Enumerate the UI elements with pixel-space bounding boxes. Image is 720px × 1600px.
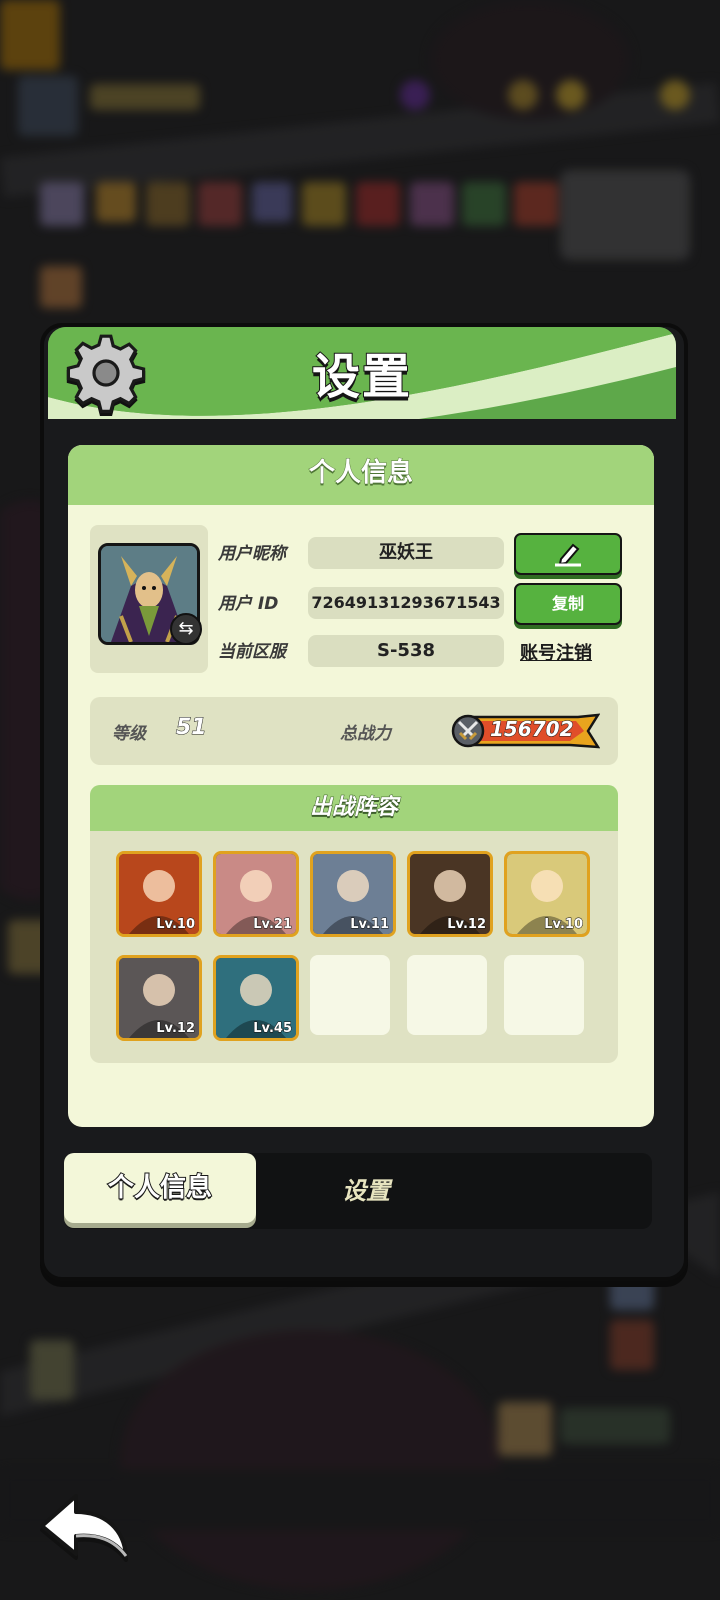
hero-slot[interactable]: Lv.10 [504, 851, 590, 937]
server-value: S-538 [308, 635, 504, 667]
deactivate-account-link[interactable]: 账号注销 [520, 639, 592, 665]
nickname-value: 巫妖王 [308, 537, 504, 569]
hero-slot[interactable]: Lv.45 [213, 955, 299, 1041]
hero-slot[interactable]: Lv.11 [310, 851, 396, 937]
edit-nickname-button[interactable] [514, 533, 622, 575]
panel-title: 设置 [311, 348, 412, 406]
tab-settings[interactable]: 设置 [296, 1153, 436, 1229]
bottom-tab-bar: 个人信息 设置 [64, 1153, 652, 1229]
settings-panel: 设置 个人信息 ⇆ 用户昵称 巫妖王 用户 ID 726491312936715… [40, 323, 688, 1281]
power-label: 总战力 [340, 724, 391, 744]
crossed-swords-icon [457, 720, 479, 741]
user-id-label: 用户 ID [218, 594, 279, 614]
hero-level: Lv.10 [156, 917, 196, 933]
copy-id-button[interactable]: 复制 [514, 583, 622, 625]
stats-row: 等级 51 总战力 156702 [90, 697, 618, 765]
hero-slot[interactable]: Lv.12 [116, 955, 202, 1041]
hero-level: Lv.10 [544, 917, 584, 933]
empty-hero-slot[interactable] [310, 955, 390, 1035]
avatar-container[interactable]: ⇆ [90, 525, 208, 673]
hero-level: Lv.21 [253, 917, 293, 933]
empty-hero-slot[interactable] [504, 955, 584, 1035]
profile-card: 个人信息 ⇆ 用户昵称 巫妖王 用户 ID 72649131293671543 … [68, 445, 654, 1127]
swap-arrows-icon[interactable]: ⇆ [170, 613, 202, 645]
hero-slot[interactable]: Lv.10 [116, 851, 202, 937]
hero-level: Lv.11 [350, 917, 390, 933]
hero-level: Lv.12 [156, 1021, 196, 1037]
tab-personal-info[interactable]: 个人信息 [64, 1153, 256, 1223]
pencil-icon [555, 543, 581, 567]
hero-level: Lv.45 [253, 1021, 293, 1037]
level-value: 51 [176, 715, 208, 741]
power-value: 156702 [490, 717, 574, 742]
hero-slot[interactable]: Lv.21 [213, 851, 299, 937]
level-label: 等级 [112, 724, 146, 744]
back-arrow-icon[interactable] [36, 1490, 132, 1562]
lineup-title: 出战阵容 [90, 785, 618, 831]
battle-lineup: 出战阵容 Lv.10 Lv.21 Lv.11 Lv.12 Lv.10 Lv.12 Lv.45 [90, 785, 618, 1063]
profile-section-title: 个人信息 [68, 445, 654, 505]
hero-level: Lv.12 [447, 917, 487, 933]
nickname-label: 用户昵称 [218, 544, 286, 564]
server-label: 当前区服 [218, 642, 286, 662]
empty-hero-slot[interactable] [407, 955, 487, 1035]
hero-slot[interactable]: Lv.12 [407, 851, 493, 937]
panel-header: 设置 [48, 327, 676, 419]
power-badge: 156702 [450, 713, 600, 749]
user-id-value: 72649131293671543 [308, 587, 504, 619]
